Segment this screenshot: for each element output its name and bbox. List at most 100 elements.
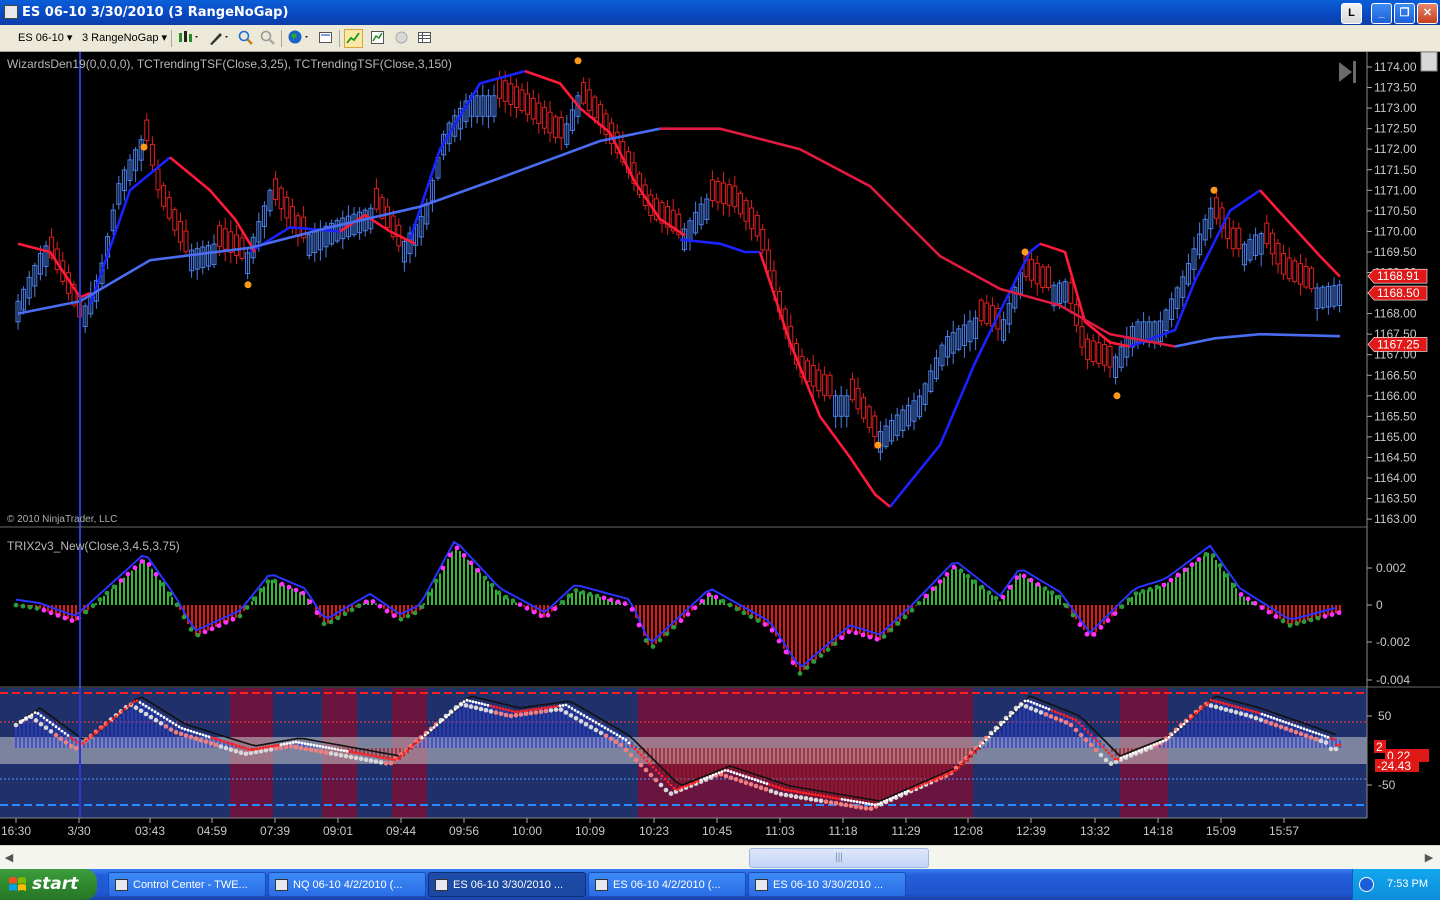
osc-dot <box>653 777 659 783</box>
osc-signal-dot <box>363 753 367 756</box>
link-button[interactable]: L <box>1341 3 1362 24</box>
osc-dot <box>198 737 204 743</box>
price-bar-body <box>1303 265 1309 288</box>
osc-signal-dot <box>570 707 574 710</box>
task-es-chart-active[interactable]: ES 06-10 3/30/2010 ... <box>428 872 586 897</box>
osc-signal-dot <box>48 720 52 724</box>
osc-signal-dot <box>129 702 133 706</box>
task-es-chart-3[interactable]: ES 06-10 3/30/2010 ... <box>748 872 906 897</box>
osc-signal-dot <box>1152 743 1156 747</box>
osc-signal-dot <box>1197 709 1201 713</box>
osc-signal-dot <box>450 710 454 714</box>
task-nq-chart[interactable]: NQ 06-10 4/2/2010 (... <box>268 872 426 897</box>
osc-dot <box>388 760 394 766</box>
instrument-selector[interactable]: ES 06-10 ▾ <box>14 29 78 48</box>
osc-signal-dot <box>546 706 550 709</box>
drawing-objects-icon[interactable] <box>392 29 411 48</box>
trix-dot <box>34 605 40 611</box>
trix-dot <box>552 606 558 612</box>
osc-signal-dot <box>1068 716 1072 719</box>
close-button[interactable]: ✕ <box>1417 3 1438 24</box>
trix-dot <box>41 607 47 613</box>
properties-icon[interactable] <box>316 29 335 48</box>
osc-signal-dot <box>309 743 313 747</box>
osc-dot <box>53 732 59 738</box>
price-bar-body <box>978 299 984 322</box>
period-selector[interactable]: 3 RangeNoGap ▾ <box>78 29 168 48</box>
price-tick-label: 1163.50 <box>1374 492 1417 506</box>
osc-dot <box>643 767 649 773</box>
trix-dot <box>545 612 551 618</box>
osc-signal-dot <box>159 714 163 717</box>
scrollbar-thumb[interactable]: ||| <box>749 848 929 868</box>
tray-icon[interactable] <box>1359 877 1374 892</box>
trix-dot <box>538 613 544 619</box>
osc-dot <box>633 757 639 763</box>
trix-dot <box>1294 621 1300 626</box>
start-button[interactable]: start <box>0 869 97 900</box>
chart-area[interactable]: 1174.00 1173.50 1173.00 1172.50 1172.00 1171.… <box>0 52 1440 845</box>
osc-signal-dot <box>516 710 520 714</box>
window-titlebar: ES 06-10 3/30/2010 (3 RangeNoGap) L _ ❐ … <box>0 0 1440 25</box>
trix-dot <box>1133 591 1139 596</box>
osc-dot <box>343 753 349 759</box>
osc-signal-dot <box>798 790 802 794</box>
osc-dot <box>298 745 304 751</box>
price-bar-body <box>1085 338 1091 361</box>
price-tick-label: 1174.00 <box>1374 60 1417 74</box>
osc-signal-dot <box>705 776 709 779</box>
osc-signal-dot <box>1248 709 1252 712</box>
minimize-button[interactable]: _ <box>1371 3 1392 24</box>
osc-signal-dot <box>969 753 973 757</box>
osc-signal-dot <box>180 726 184 730</box>
osc-dot <box>628 752 634 758</box>
osc-signal-dot <box>153 710 157 714</box>
osc-signal-dot <box>369 754 373 757</box>
drawing-tool-icon[interactable] <box>206 29 232 48</box>
trix-dot <box>475 568 481 573</box>
osc-dot <box>228 747 234 752</box>
panel-scroll-box[interactable] <box>1420 52 1438 72</box>
task-es-chart-2[interactable]: ES 06-10 4/2/2010 (... <box>588 872 746 897</box>
trix-dot <box>1217 563 1223 568</box>
horizontal-scrollbar[interactable]: ◀ ||| ▶ <box>0 845 1440 869</box>
osc-signal-dot <box>57 727 61 731</box>
windows-flag-icon <box>9 877 26 891</box>
osc-signal-dot <box>1308 729 1312 733</box>
task-control-center[interactable]: Control Center - TWE... <box>108 872 266 897</box>
strategies-icon[interactable] <box>368 29 387 48</box>
scroll-left-icon[interactable]: ◀ <box>0 848 18 868</box>
osc-dot <box>488 709 494 714</box>
data-box-icon[interactable] <box>415 29 434 48</box>
osc-signal-dot <box>1179 725 1183 729</box>
trix-dot <box>874 636 880 642</box>
osc-signal-dot <box>591 719 595 723</box>
trix-dot <box>650 644 656 649</box>
globe-icon[interactable] <box>286 29 312 48</box>
zoom-in-icon[interactable] <box>236 29 255 48</box>
osc-signal-dot <box>420 736 424 740</box>
osc-signal-dot <box>201 733 205 737</box>
osc-dot <box>738 778 744 784</box>
indicators-icon[interactable] <box>344 29 363 48</box>
osc-signal-dot <box>987 735 991 739</box>
scroll-right-icon[interactable]: ▶ <box>1420 848 1438 868</box>
osc-signal-dot <box>978 744 982 748</box>
period-label: 3 RangeNoGap <box>82 32 159 44</box>
chart-style-icon[interactable] <box>176 29 202 48</box>
time-tick-label: 10:00 <box>512 824 542 838</box>
price-bar-body <box>760 228 766 251</box>
restore-button[interactable]: ❐ <box>1394 3 1415 24</box>
osc-signal-dot <box>72 738 76 742</box>
osc-signal-dot <box>18 720 22 724</box>
swing-point-marker <box>574 57 582 65</box>
trix-dot <box>979 584 985 590</box>
trix-dot <box>69 618 75 623</box>
osc-signal-dot <box>1212 699 1216 703</box>
trix-dot <box>923 593 929 599</box>
osc-signal-dot <box>1104 748 1108 752</box>
copyright-text: © 2010 NinjaTrader, LLC <box>7 514 117 525</box>
trix-dot <box>97 597 103 602</box>
zoom-out-icon[interactable] <box>258 29 277 48</box>
osc-signal-dot <box>657 771 661 775</box>
